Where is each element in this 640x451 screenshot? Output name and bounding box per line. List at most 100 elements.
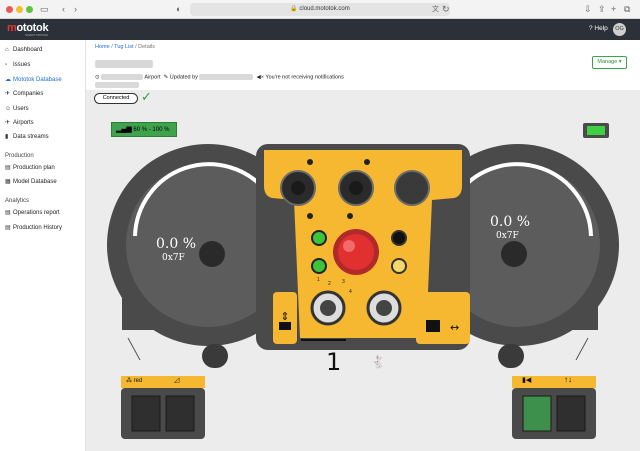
manage-label: Manage [597,59,618,65]
issues-icon: ▫ [5,62,8,68]
left-box-button-2[interactable] [166,396,194,431]
right-box-button-1[interactable] [523,396,551,431]
sidebar-item-label: Companies [13,91,44,97]
minimize-window-button[interactable] [16,6,23,13]
svg-text:↔: ↔ [450,321,459,334]
sidebar-item-issues[interactable]: ▫ Issues [5,60,83,71]
plan-icon: ▤ [5,165,11,171]
speed-tick-3: 3 [342,279,345,285]
green-indicator-1 [311,230,327,246]
airport-label: Airport [144,74,161,81]
browser-window: ▭ ‹ › ◐ 🔒 cloud.mototok.com 文 ↻ ⇩ ⇪ + ⧉ … [0,0,640,451]
breadcrumb-home[interactable]: Home [95,44,110,50]
airport-redacted [101,74,144,80]
gear-number: 1 [326,348,342,376]
close-window-button[interactable] [6,6,13,13]
browser-chrome: ▭ ‹ › ◐ 🔒 cloud.mototok.com 文 ↻ ⇩ ⇪ + ⧉ [0,0,640,19]
sidebar-item-production-history[interactable]: ▤ Production History [5,223,83,234]
dashboard-icon: ⌂ [5,47,9,53]
left-box-button-1[interactable] [132,396,160,431]
checkmark-icon: ✓ [141,89,152,104]
right-box-button-2[interactable] [557,396,585,431]
sidebar-item-label: Operations report [13,210,60,216]
breadcrumb-separator: / [135,44,137,50]
sidebar: ⌂ Dashboard ▫ Issues ☁ Mototok Database ✈ Co… [0,40,86,451]
rabbit-icon: 🐇 [371,355,386,369]
sidebar-toggle-icon[interactable]: ▭ [40,4,49,15]
ramp-icon: ◿ [174,377,180,384]
share-icon[interactable]: ⇪ [598,4,606,15]
forward-icon[interactable]: › [74,4,77,15]
sidebar-item-operations-report[interactable]: ▤ Operations report [5,208,83,219]
chart-icon: ▮ [5,134,9,140]
sidebar-item-users[interactable]: ☺ Users [5,104,83,115]
reload-icon[interactable]: ↻ [442,4,450,15]
connected-badge: Connected [94,93,138,104]
sidebar-item-production-plan[interactable]: ▤ Production plan [5,163,83,174]
speed-tick-1: 1 [317,277,320,283]
url-text: cloud.mototok.com [299,6,350,12]
sidebar-item-label: Production History [13,225,63,231]
help-link[interactable]: ? Help [589,25,608,32]
updated-by-label: Updated by [169,74,198,81]
manage-button[interactable]: Manage ▾ [592,56,627,69]
avatar[interactable]: OG [613,23,626,36]
zoom-window-button[interactable] [26,6,33,13]
cloud-icon: ☁ [5,77,11,83]
sidebar-item-companies[interactable]: ✈ Companies [5,89,83,100]
back-icon[interactable]: ‹ [62,4,65,15]
speed-tick-2: 2 [328,281,331,287]
sidebar-item-label: Users [13,106,29,112]
sidebar-item-label: Issues [13,62,31,68]
svg-text:⇕: ⇕ [280,310,289,323]
page-header: Home / Tug List / Details ⊙ Airport ✎ Up… [86,40,640,90]
right-side-tab [416,292,470,344]
companies-icon: ✈ [5,91,11,97]
report-icon: ▤ [5,210,11,216]
sidebar-item-dashboard[interactable]: ⌂ Dashboard [5,45,83,56]
sidebar-item-mototok-database[interactable]: ☁ Mototok Database [5,75,83,86]
translate-icon[interactable]: 文 [432,4,439,15]
breadcrumb-tug-list[interactable]: Tug List [114,44,133,50]
speed-tick-4: 4 [349,289,352,295]
plane-icon: ✈ [5,120,11,126]
address-bar[interactable]: 🔒 cloud.mototok.com [190,3,450,16]
user-redacted [199,74,254,80]
tug-meta: ⊙ Airport ✎ Updated by ◀× You're not rec… [95,74,344,80]
sidebar-item-data-streams[interactable]: ▮ Data streams [5,132,83,143]
shield-icon[interactable]: ◐ [176,4,181,15]
section-production: Production [5,153,34,159]
sidebar-item-label: Mototok Database [13,77,62,83]
download-icon[interactable]: ⇩ [584,4,592,15]
right-foot [498,344,524,368]
sidebar-item-airports[interactable]: ✈ Airports [5,118,83,129]
breadcrumb-current: Details [138,44,155,50]
pencil-icon: ✎ [163,74,169,81]
knob-3 [394,170,430,206]
right-gauge-value: 0.0 % [490,214,531,230]
left-foot [202,344,228,368]
sidebar-item-label: Model Database [13,179,57,185]
help-label: Help [594,25,608,32]
new-tab-icon[interactable]: + [611,4,616,15]
speaker-mute-icon: ◀× [256,74,264,81]
users-icon: ☺ [5,106,12,112]
black-button [391,230,407,246]
yellow-button [391,258,407,274]
left-dial-center [199,241,225,267]
sidebar-item-label: Production plan [13,165,55,171]
sidebar-item-model-database[interactable]: ▦ Model Database [5,177,83,188]
section-analytics: Analytics [5,198,30,204]
location-pin-icon: ⊙ [95,74,100,81]
tabs-overview-icon[interactable]: ⧉ [624,4,630,15]
horn-icon: ▮◀ [522,377,532,384]
right-dial-center [501,241,527,267]
sidebar-item-label: Airports [13,120,34,126]
remote-control-panel: ▂▄▆ 60 % - 100 % ⇕ ↔ 0.0 % 0x7F 0.0 % 0x… [86,108,640,451]
right-gauge-code: 0x7F [496,231,519,241]
notifications-text[interactable]: You're not receiving notifications [265,74,344,80]
green-indicator-2 [311,258,327,274]
breadcrumb-separator: / [111,44,113,50]
sidebar-item-label: Data streams [13,134,49,140]
connection-bar: Connected ✓ [86,89,640,108]
